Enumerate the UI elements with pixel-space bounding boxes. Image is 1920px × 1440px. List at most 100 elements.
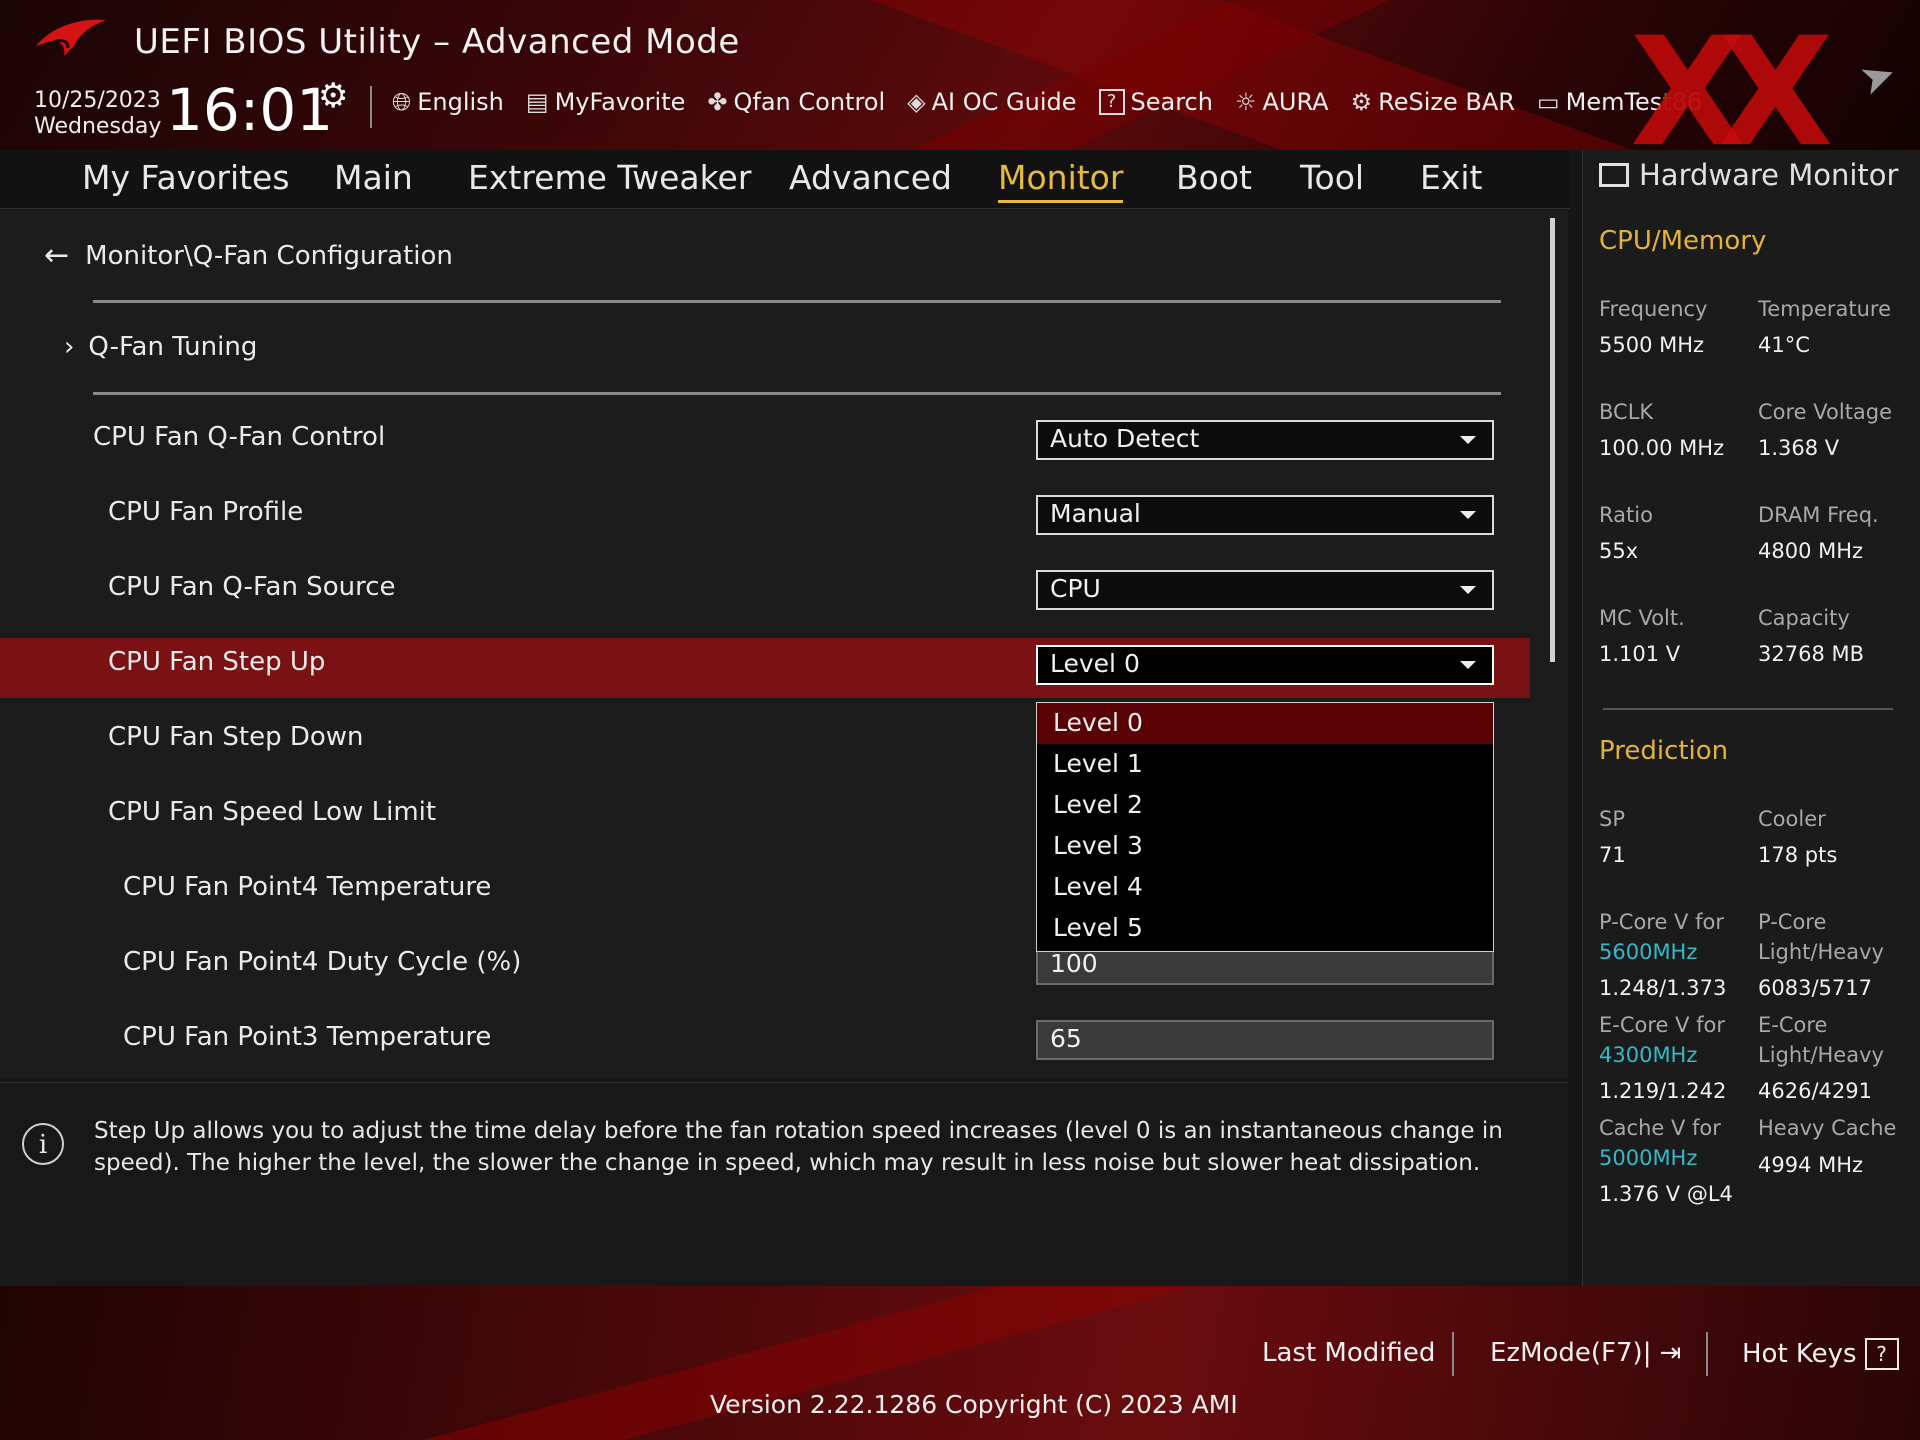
tab-tool[interactable]: Tool	[1300, 158, 1364, 197]
caret-down-icon	[1460, 511, 1476, 519]
main-nav: My Favorites Main Extreme Tweaker Advanc…	[0, 150, 1570, 209]
submenu-label: Q-Fan Tuning	[88, 332, 258, 362]
qfan-control-label: Qfan Control	[733, 88, 886, 116]
select-value: Level 0	[1050, 649, 1140, 678]
sp-value: 71	[1599, 843, 1626, 867]
ezmode-button[interactable]: EzMode(F7)| ⇥	[1490, 1338, 1681, 1368]
hardware-monitor-title: Hardware Monitor	[1599, 158, 1898, 192]
last-modified-label: Last Modified	[1262, 1338, 1436, 1368]
ai-oc-guide-button[interactable]: ◈ AI OC Guide	[907, 88, 1076, 116]
question-key-icon: ?	[1864, 1338, 1899, 1370]
cache-v-label: Cache V for	[1599, 1116, 1721, 1140]
brand-watermark: XX	[1630, 6, 1833, 180]
caret-down-icon	[1460, 661, 1476, 669]
settings-panel: ← Monitor\Q-Fan Configuration › Q-Fan Tu…	[0, 210, 1568, 1078]
rog-logo-icon	[36, 19, 106, 56]
help-text: Step Up allows you to adjust the time de…	[94, 1118, 1503, 1176]
aura-button[interactable]: ☼ AURA	[1235, 88, 1329, 116]
frequency-value: 5500 MHz	[1599, 333, 1705, 357]
toolbar: 🌐︎ English ▤ MyFavorite ✤ Qfan Control ◈…	[392, 88, 1702, 116]
dram-freq-label: DRAM Freq.	[1758, 503, 1879, 527]
breadcrumb-path: Monitor\Q-Fan Configuration	[85, 240, 453, 271]
dropdown-option[interactable]: Level 2	[1037, 785, 1493, 826]
globe-icon: 🌐︎	[392, 88, 412, 116]
weekday-text: Wednesday	[34, 114, 162, 139]
chevron-right-icon: ›	[64, 332, 75, 362]
row-label: CPU Fan Point4 Duty Cycle (%)	[123, 947, 522, 977]
footer-divider	[1452, 1332, 1454, 1376]
cpu-fan-step-up-select[interactable]: Level 0	[1036, 645, 1494, 685]
language-button[interactable]: 🌐︎ English	[392, 88, 504, 116]
tab-advanced[interactable]: Advanced	[789, 158, 952, 197]
back-arrow-icon[interactable]: ←	[44, 238, 69, 273]
step-up-dropdown-list: Level 0 Level 1 Level 2 Level 3 Level 4 …	[1036, 702, 1494, 952]
dropdown-option[interactable]: Level 5	[1037, 908, 1493, 949]
last-modified-button[interactable]: Last Modified	[1262, 1338, 1435, 1368]
dropdown-option[interactable]: Level 4	[1037, 867, 1493, 908]
temperature-label: Temperature	[1758, 297, 1892, 321]
memory-icon: ▭	[1536, 88, 1560, 116]
dropdown-option[interactable]: Level 1	[1037, 744, 1493, 785]
divider	[93, 392, 1501, 395]
tab-boot[interactable]: Boot	[1176, 158, 1252, 197]
resize-bar-button[interactable]: ⚙︎ ReSize BAR	[1351, 88, 1515, 116]
heavy-cache-label: Heavy Cache	[1758, 1116, 1897, 1140]
pcore-v-label: P-Core V for	[1599, 910, 1724, 934]
aura-label: AURA	[1262, 88, 1329, 116]
tab-my-favorites[interactable]: My Favorites	[82, 158, 290, 197]
row-label: CPU Fan Q-Fan Control	[93, 422, 386, 452]
toolbar-divider	[370, 86, 372, 128]
hardware-monitor-label: Hardware Monitor	[1639, 158, 1899, 192]
clock: 16:01	[166, 76, 334, 144]
select-value: Auto Detect	[1050, 424, 1200, 453]
dropdown-option[interactable]: Level 0	[1037, 703, 1493, 744]
temperature-value: 41°C	[1758, 333, 1810, 357]
hot-keys-button[interactable]: Hot Keys ?	[1742, 1338, 1899, 1370]
caret-down-icon	[1460, 436, 1476, 444]
cooler-label: Cooler	[1758, 807, 1826, 831]
core-voltage-label: Core Voltage	[1758, 400, 1893, 424]
ecore-lh-value: 4626/4291	[1758, 1079, 1872, 1103]
heavy-cache-value: 4994 MHz	[1758, 1153, 1864, 1177]
search-label: Search	[1130, 88, 1213, 116]
monitor-icon	[1599, 163, 1629, 187]
ecore-lh-label: E-Core	[1758, 1013, 1828, 1037]
cpu-fan-point3-temp-input[interactable]: 65	[1036, 1020, 1494, 1060]
qfan-control-button[interactable]: ✤ Qfan Control	[707, 88, 885, 116]
bclk-label: BCLK	[1599, 400, 1654, 424]
tab-exit[interactable]: Exit	[1420, 158, 1483, 197]
resize-bar-icon: ⚙︎	[1350, 88, 1373, 116]
exit-arrow-icon: ⇥	[1659, 1338, 1682, 1368]
search-button[interactable]: ? Search	[1098, 88, 1213, 116]
tab-monitor[interactable]: Monitor	[998, 158, 1124, 203]
version-text: Version 2.22.1286 Copyright (C) 2023 AMI	[710, 1390, 1238, 1419]
frequency-label: Frequency	[1599, 297, 1708, 321]
ai-oc-guide-label: AI OC Guide	[931, 88, 1077, 116]
cpu-fan-q-fan-source-select[interactable]: CPU	[1036, 570, 1494, 610]
mc-volt-label: MC Volt.	[1599, 606, 1685, 630]
tab-extreme-tweaker[interactable]: Extreme Tweaker	[468, 158, 751, 197]
hardware-monitor-panel: Hardware Monitor CPU/Memory Frequency 55…	[1582, 150, 1920, 1286]
cache-v-value: 1.376 V @L4	[1599, 1182, 1733, 1206]
hot-keys-label: Hot Keys	[1742, 1339, 1857, 1369]
row-label: CPU Fan Q-Fan Source	[108, 572, 396, 602]
question-box-icon: ?	[1098, 89, 1125, 115]
gear-icon[interactable]: ⚙	[318, 76, 348, 116]
favorite-list-icon: ▤	[525, 88, 549, 116]
submenu-q-fan-tuning[interactable]: › Q-Fan Tuning	[64, 332, 257, 362]
divider	[93, 300, 1501, 303]
capacity-label: Capacity	[1758, 606, 1850, 630]
pcore-lh-label-2: Light/Heavy	[1758, 940, 1884, 964]
ratio-label: Ratio	[1599, 503, 1653, 527]
dropdown-option[interactable]: Level 3	[1037, 826, 1493, 867]
divider	[1603, 708, 1893, 710]
cpu-fan-profile-select[interactable]: Manual	[1036, 495, 1494, 535]
cpu-fan-q-fan-control-select[interactable]: Auto Detect	[1036, 420, 1494, 460]
select-value: Manual	[1050, 499, 1141, 528]
help-panel: i Step Up allows you to adjust the time …	[0, 1082, 1568, 1287]
pcore-lh-value: 6083/5717	[1758, 976, 1872, 1000]
tab-main[interactable]: Main	[334, 158, 413, 197]
scrollbar[interactable]	[1550, 218, 1555, 662]
myfavorite-button[interactable]: ▤ MyFavorite	[526, 88, 686, 116]
capacity-value: 32768 MB	[1758, 642, 1865, 666]
